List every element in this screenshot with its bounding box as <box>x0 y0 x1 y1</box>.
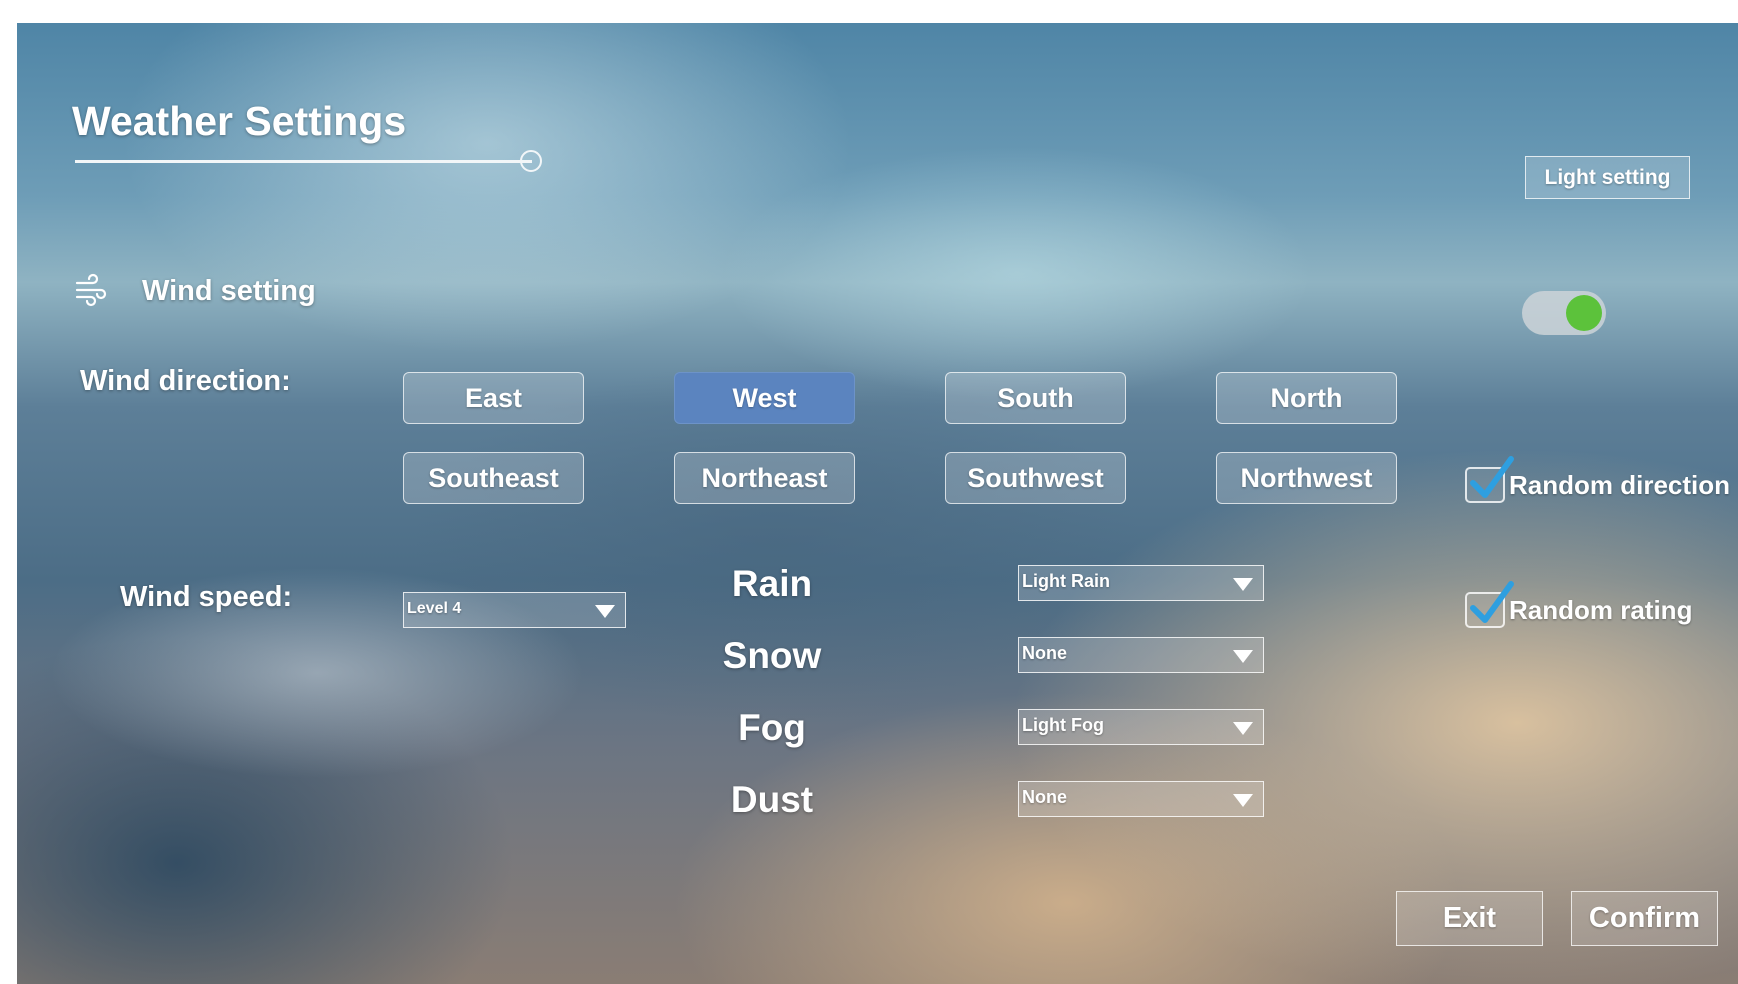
rain-value: Light Rain <box>1022 571 1110 591</box>
chevron-down-icon <box>595 605 615 618</box>
wind-speed-value: Level 4 <box>407 600 462 617</box>
title-underline-knob <box>520 150 542 172</box>
page-title: Weather Settings <box>72 98 407 144</box>
dust-select[interactable]: None <box>1018 781 1264 817</box>
wind-speed-select[interactable]: Level 4 <box>403 592 626 628</box>
toggle-knob <box>1566 295 1602 331</box>
chevron-down-icon <box>1233 794 1253 807</box>
weather-settings-panel: Weather Settings Light setting Wind sett… <box>17 23 1738 984</box>
light-setting-button[interactable]: Light setting <box>1525 156 1690 199</box>
snow-value: None <box>1022 643 1067 663</box>
weather-label-fog: Fog <box>738 707 806 748</box>
direction-button-south[interactable]: South <box>945 372 1126 424</box>
weather-label-dust: Dust <box>730 779 814 820</box>
fog-select[interactable]: Light Fog <box>1018 709 1264 745</box>
direction-button-east[interactable]: East <box>403 372 584 424</box>
wind-icon <box>75 273 107 307</box>
random-direction-label: Random direction <box>1509 470 1731 500</box>
confirm-button[interactable]: Confirm <box>1571 891 1718 946</box>
wind-setting-label: Wind setting <box>142 275 316 307</box>
rain-select[interactable]: Light Rain <box>1018 565 1264 601</box>
title-underline <box>75 160 532 163</box>
chevron-down-icon <box>1233 578 1253 591</box>
snow-select[interactable]: None <box>1018 637 1264 673</box>
random-rating-checkbox[interactable] <box>1465 581 1514 628</box>
wind-direction-label: Wind direction: <box>80 365 291 397</box>
direction-button-southwest[interactable]: Southwest <box>945 452 1126 504</box>
chevron-down-icon <box>1233 722 1253 735</box>
weather-label-rain: Rain <box>731 563 813 604</box>
random-direction-checkbox[interactable] <box>1465 456 1514 503</box>
wind-speed-label: Wind speed: <box>120 581 293 613</box>
wind-setting-toggle[interactable] <box>1522 291 1606 335</box>
weather-label-snow: Snow <box>722 635 822 676</box>
dust-value: None <box>1022 787 1067 807</box>
chevron-down-icon <box>1233 650 1253 663</box>
direction-button-southeast[interactable]: Southeast <box>403 452 584 504</box>
exit-button[interactable]: Exit <box>1396 891 1543 946</box>
direction-button-north[interactable]: North <box>1216 372 1397 424</box>
fog-value: Light Fog <box>1022 715 1104 735</box>
random-rating-label: Random rating <box>1509 595 1693 625</box>
direction-button-northeast[interactable]: Northeast <box>674 452 855 504</box>
direction-button-west[interactable]: West <box>674 372 855 424</box>
direction-button-northwest[interactable]: Northwest <box>1216 452 1397 504</box>
